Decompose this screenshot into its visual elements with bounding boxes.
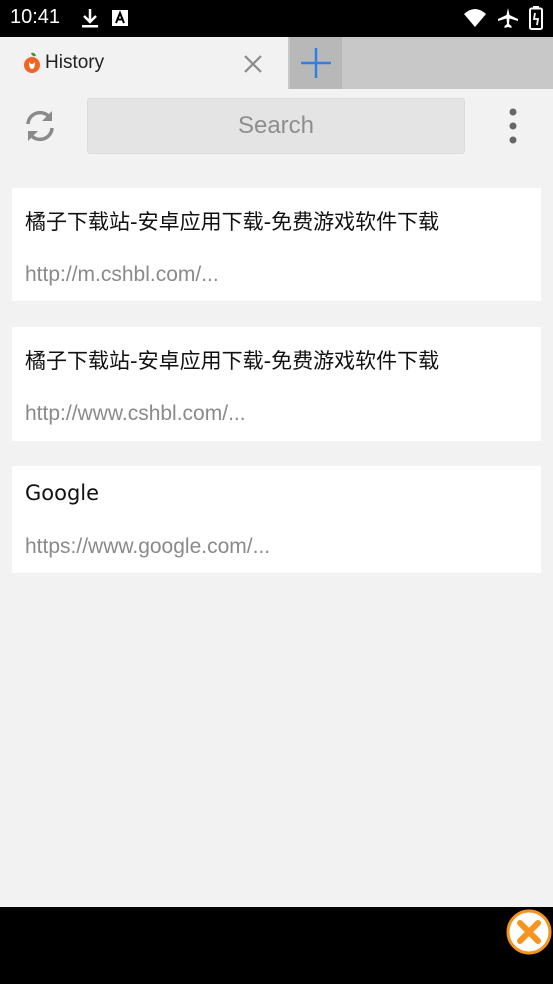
tab-strip: History bbox=[0, 37, 553, 89]
history-item[interactable]: 橘子下载站-安卓应用下载-免费游戏软件下载 http://m.cshbl.com… bbox=[12, 188, 541, 301]
history-item[interactable]: 橘子下载站-安卓应用下载-免费游戏软件下载 http://www.cshbl.c… bbox=[12, 327, 541, 441]
history-item[interactable]: Google https://www.google.com/... bbox=[12, 466, 541, 573]
ad-banner bbox=[0, 907, 553, 984]
search-input[interactable]: Search bbox=[87, 98, 465, 154]
toolbar: Search bbox=[0, 89, 553, 163]
font-icon bbox=[112, 10, 128, 26]
more-options-icon[interactable] bbox=[500, 107, 526, 145]
refresh-icon[interactable] bbox=[22, 108, 58, 144]
status-bar: 10:41 bbox=[0, 0, 553, 37]
status-icons-right bbox=[463, 6, 543, 30]
orange-logo-icon bbox=[24, 52, 40, 73]
history-item-url: https://www.google.com/... bbox=[25, 535, 271, 558]
status-icons-left bbox=[80, 7, 130, 29]
wifi-icon bbox=[464, 9, 486, 27]
history-item-title: Google bbox=[25, 481, 100, 505]
tab-title: History bbox=[45, 52, 105, 73]
close-icon[interactable] bbox=[240, 51, 266, 77]
new-tab-button[interactable] bbox=[290, 37, 342, 89]
download-icon bbox=[82, 9, 98, 28]
airplane-icon bbox=[498, 8, 518, 28]
history-item-title: 橘子下载站-安卓应用下载-免费游戏软件下载 bbox=[25, 210, 440, 234]
ad-close-icon[interactable] bbox=[506, 909, 552, 955]
history-item-title: 橘子下载站-安卓应用下载-免费游戏软件下载 bbox=[25, 349, 440, 373]
battery-icon bbox=[529, 6, 543, 30]
plus-icon bbox=[301, 48, 331, 78]
history-item-url: http://m.cshbl.com/... bbox=[25, 263, 219, 286]
history-item-url: http://www.cshbl.com/... bbox=[25, 402, 246, 425]
status-time: 10:41 bbox=[10, 6, 61, 28]
tab-history[interactable]: History bbox=[0, 37, 288, 89]
